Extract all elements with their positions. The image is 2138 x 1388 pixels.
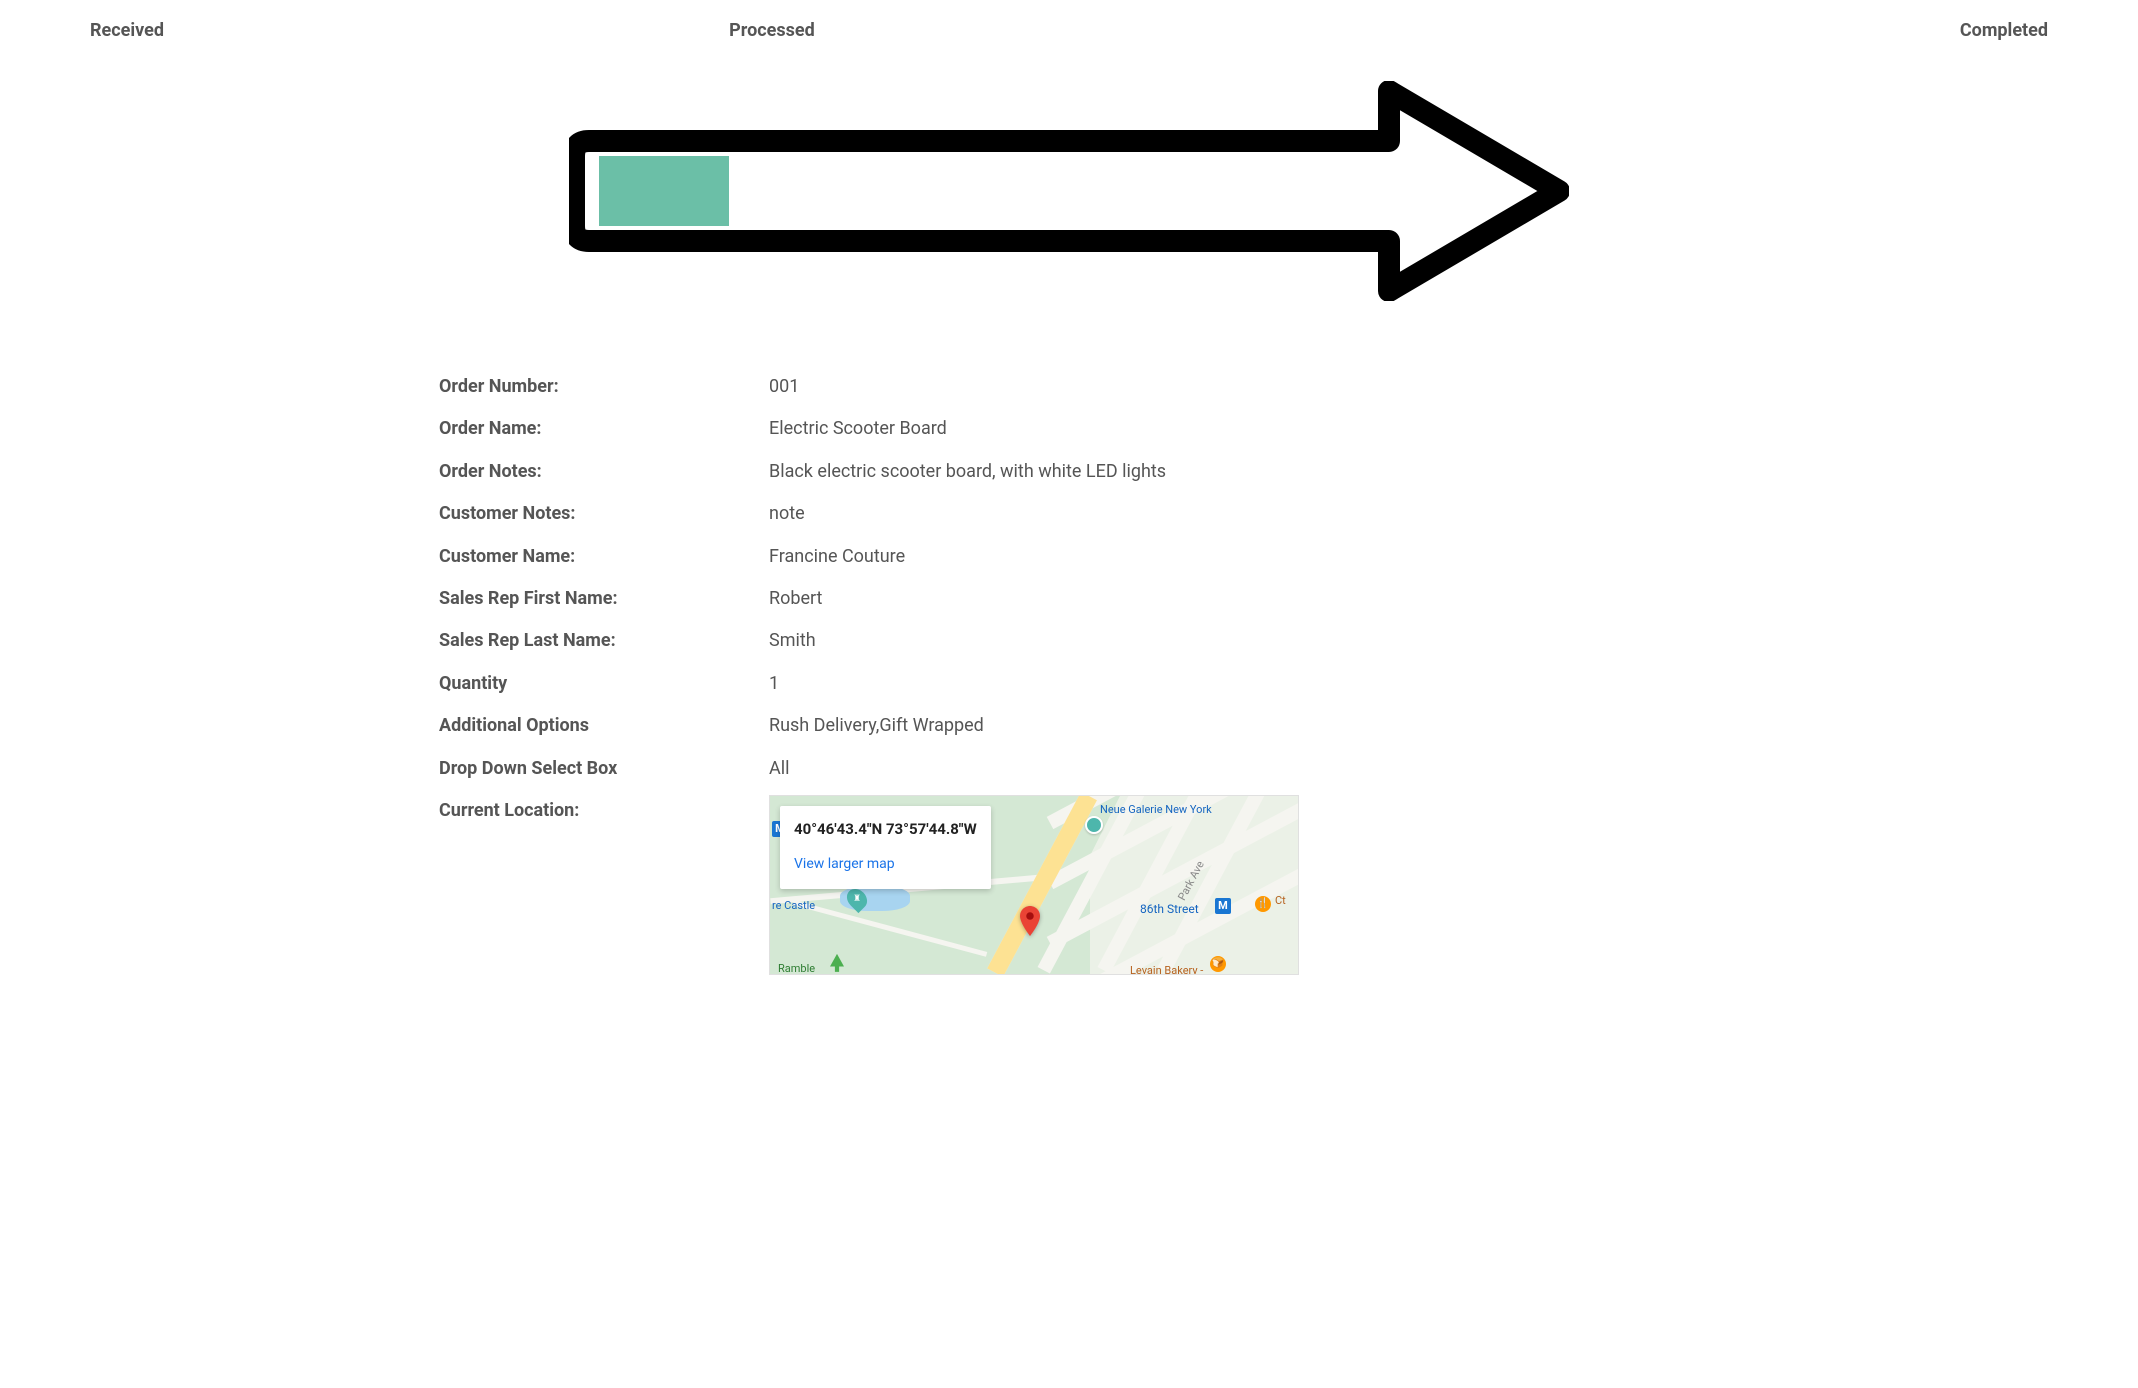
label-sales-rep-last: Sales Rep Last Name:: [439, 625, 769, 657]
label-additional-options: Additional Options: [439, 710, 769, 742]
value-order-notes: Black electric scooter board, with white…: [769, 456, 1719, 488]
map-info-box: 40°46'43.4"N 73°57'44.8"W View larger ma…: [780, 806, 991, 889]
restaurant-icon: 🍴: [1255, 896, 1271, 912]
label-dropdown: Drop Down Select Box: [439, 753, 769, 785]
value-quantity: 1: [769, 668, 1719, 700]
row-order-number: Order Number: 001: [439, 371, 1719, 403]
row-additional-options: Additional Options Rush Delivery,Gift Wr…: [439, 710, 1719, 742]
label-customer-notes: Customer Notes:: [439, 498, 769, 530]
label-quantity: Quantity: [439, 668, 769, 700]
row-sales-rep-first: Sales Rep First Name: Robert: [439, 583, 1719, 615]
map-label-ct: Ct: [1275, 891, 1286, 911]
label-sales-rep-first: Sales Rep First Name:: [439, 583, 769, 615]
label-order-notes: Order Notes:: [439, 456, 769, 488]
value-sales-rep-first: Robert: [769, 583, 1719, 615]
label-customer-name: Customer Name:: [439, 541, 769, 573]
value-additional-options: Rush Delivery,Gift Wrapped: [769, 710, 1719, 742]
label-order-name: Order Name:: [439, 413, 769, 445]
map-embed[interactable]: 40°46'43.4"N 73°57'44.8"W View larger ma…: [769, 795, 1299, 975]
map-pin-icon: [1020, 906, 1040, 936]
row-current-location: Current Location:: [439, 795, 1719, 975]
map-poi-icon: [1085, 816, 1103, 834]
value-current-location: 40°46'43.4"N 73°57'44.8"W View larger ma…: [769, 795, 1719, 975]
map-label-ramble: Ramble: [778, 959, 815, 975]
label-order-number: Order Number:: [439, 371, 769, 403]
label-current-location: Current Location:: [439, 795, 769, 975]
row-customer-notes: Customer Notes: note: [439, 498, 1719, 530]
label-received: Received: [90, 20, 164, 41]
order-details-table: Order Number: 001 Order Name: Electric S…: [419, 371, 1719, 975]
row-sales-rep-last: Sales Rep Last Name: Smith: [439, 625, 1719, 657]
bakery-icon: 🍞: [1210, 956, 1226, 972]
view-larger-map-link[interactable]: View larger map: [794, 856, 895, 872]
map-label-castle: re Castle: [772, 896, 815, 916]
map-label-neue-galerie: Neue Galerie New York: [1100, 800, 1212, 820]
value-sales-rep-last: Smith: [769, 625, 1719, 657]
row-dropdown: Drop Down Select Box All: [439, 753, 1719, 785]
map-label-86th-street: 86th Street: [1140, 899, 1199, 921]
map-coords-text: 40°46'43.4"N 73°57'44.8"W: [794, 816, 977, 843]
value-customer-notes: note: [769, 498, 1719, 530]
row-order-notes: Order Notes: Black electric scooter boar…: [439, 456, 1719, 488]
value-customer-name: Francine Couture: [769, 541, 1719, 573]
value-dropdown: All: [769, 753, 1719, 785]
label-completed: Completed: [1960, 20, 2048, 41]
row-order-name: Order Name: Electric Scooter Board: [439, 413, 1719, 445]
label-processed: Processed: [729, 20, 815, 41]
map-label-levain: Levain Bakery -: [1130, 961, 1203, 975]
progress-arrow-container: [60, 81, 2078, 301]
progress-arrow-icon: [569, 81, 1569, 301]
progress-labels: Received Processed Completed: [60, 20, 2078, 41]
row-quantity: Quantity 1: [439, 668, 1719, 700]
row-customer-name: Customer Name: Francine Couture: [439, 541, 1719, 573]
value-order-number: 001: [769, 371, 1719, 403]
value-order-name: Electric Scooter Board: [769, 413, 1719, 445]
metro-icon: M: [1215, 898, 1231, 914]
